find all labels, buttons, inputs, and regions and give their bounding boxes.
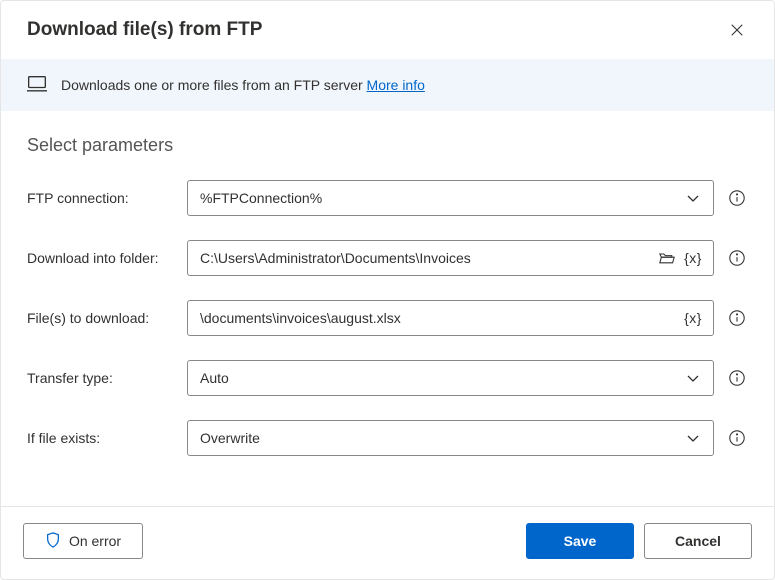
info-icon [728, 249, 746, 267]
download-folder-input[interactable]: C:\Users\Administrator\Documents\Invoice… [187, 240, 714, 276]
shield-icon [45, 532, 61, 551]
variable-icon: {x} [684, 250, 702, 266]
info-icon [728, 189, 746, 207]
ftp-connection-label: FTP connection: [27, 190, 187, 206]
info-banner: Downloads one or more files from an FTP … [1, 59, 774, 111]
cancel-button[interactable]: Cancel [644, 523, 752, 559]
info-icon [728, 309, 746, 327]
transfer-type-value: Auto [200, 370, 679, 386]
ftp-connection-info-button[interactable] [726, 187, 748, 209]
ftp-connection-select[interactable]: %FTPConnection% [187, 180, 714, 216]
variable-icon: {x} [684, 310, 702, 326]
insert-variable-button[interactable]: {x} [681, 306, 705, 330]
files-to-download-label: File(s) to download: [27, 310, 187, 326]
dialog: Download file(s) from FTP Downloads one … [0, 0, 775, 580]
download-folder-info-button[interactable] [726, 247, 748, 269]
field-files-to-download: File(s) to download: \documents\invoices… [27, 300, 748, 336]
more-info-link[interactable]: More info [367, 77, 425, 93]
files-to-download-value: \documents\invoices\august.xlsx [200, 310, 679, 326]
chevron-down-icon [681, 186, 705, 210]
dialog-header: Download file(s) from FTP [1, 1, 774, 59]
close-button[interactable] [726, 19, 748, 41]
dialog-footer: On error Save Cancel [1, 506, 774, 579]
on-error-button[interactable]: On error [23, 523, 143, 559]
if-file-exists-select[interactable]: Overwrite [187, 420, 714, 456]
field-ftp-connection: FTP connection: %FTPConnection% [27, 180, 748, 216]
folder-open-icon [659, 250, 675, 266]
insert-variable-button[interactable]: {x} [681, 246, 705, 270]
desktop-icon [27, 75, 47, 95]
field-download-folder: Download into folder: C:\Users\Administr… [27, 240, 748, 276]
banner-text: Downloads one or more files from an FTP … [61, 77, 425, 93]
cancel-label: Cancel [675, 533, 721, 549]
field-if-file-exists: If file exists: Overwrite [27, 420, 748, 456]
download-folder-label: Download into folder: [27, 250, 187, 266]
field-transfer-type: Transfer type: Auto [27, 360, 748, 396]
on-error-label: On error [69, 533, 121, 549]
if-file-exists-value: Overwrite [200, 430, 679, 446]
if-file-exists-info-button[interactable] [726, 427, 748, 449]
dialog-title: Download file(s) from FTP [27, 19, 262, 41]
download-folder-value: C:\Users\Administrator\Documents\Invoice… [200, 250, 653, 266]
section-title: Select parameters [27, 135, 748, 156]
ftp-connection-value: %FTPConnection% [200, 190, 679, 206]
transfer-type-info-button[interactable] [726, 367, 748, 389]
transfer-type-label: Transfer type: [27, 370, 187, 386]
info-icon [728, 369, 746, 387]
transfer-type-select[interactable]: Auto [187, 360, 714, 396]
chevron-down-icon [681, 426, 705, 450]
save-button[interactable]: Save [526, 523, 634, 559]
info-icon [728, 429, 746, 447]
save-label: Save [564, 533, 597, 549]
files-to-download-info-button[interactable] [726, 307, 748, 329]
chevron-down-icon [681, 366, 705, 390]
browse-folder-button[interactable] [655, 246, 679, 270]
content: Select parameters FTP connection: %FTPCo… [1, 111, 774, 506]
close-icon [730, 23, 744, 37]
files-to-download-input[interactable]: \documents\invoices\august.xlsx {x} [187, 300, 714, 336]
if-file-exists-label: If file exists: [27, 430, 187, 446]
